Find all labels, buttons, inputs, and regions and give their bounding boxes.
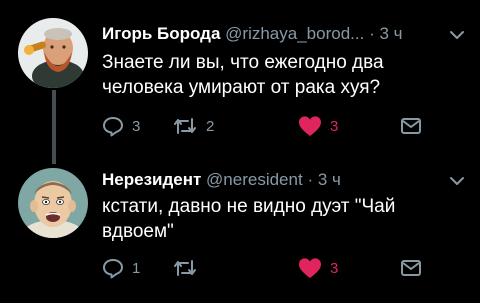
reply-count: 1	[132, 259, 141, 277]
timestamp[interactable]: 3 ч	[379, 24, 402, 43]
heart-icon	[299, 116, 321, 136]
like-count: 3	[330, 117, 339, 135]
tweet-header: Игорь Борода @rizhaya_borod... · 3 ч	[102, 24, 440, 44]
avatar[interactable]	[18, 168, 88, 238]
action-bar: 1 3	[102, 256, 480, 280]
thread-line	[52, 90, 56, 164]
heart-icon	[299, 258, 321, 278]
like-count: 3	[330, 259, 339, 277]
tweet[interactable]: Игорь Борода @rizhaya_borod... · 3 ч Зна…	[0, 0, 480, 164]
envelope-icon	[401, 260, 421, 276]
chevron-down-icon[interactable]	[450, 30, 464, 40]
envelope-icon	[401, 118, 421, 134]
retweet-button[interactable]	[172, 256, 206, 280]
like-button[interactable]: 3	[298, 114, 338, 138]
reply-icon	[103, 259, 123, 279]
timestamp[interactable]: 3 ч	[318, 170, 341, 189]
tweet-text: кстати, давно не видно дуэт "Чай вдвоем"	[102, 196, 396, 242]
author-name[interactable]: Игорь Борода	[102, 24, 220, 43]
tweet[interactable]: Нерезидент @neresident · 3 ч кстати, дав…	[0, 156, 480, 303]
separator-dot: ·	[307, 170, 314, 189]
retweet-icon	[174, 118, 196, 134]
avatar[interactable]	[18, 18, 88, 88]
action-bar: 3 2 3	[102, 114, 480, 138]
tweet-header: Нерезидент @neresident · 3 ч	[102, 170, 440, 190]
direct-message-button[interactable]	[400, 114, 422, 138]
chevron-down-icon[interactable]	[450, 176, 464, 186]
retweet-icon	[174, 260, 196, 276]
retweet-count: 2	[206, 117, 215, 135]
author-handle[interactable]: @neresident	[206, 170, 303, 189]
reply-button[interactable]: 3	[102, 114, 140, 138]
tweet-text: Знаете ли вы, что ежегодно два человека …	[102, 52, 384, 98]
retweet-button[interactable]: 2	[172, 114, 214, 138]
reply-count: 3	[132, 117, 141, 135]
like-button[interactable]: 3	[298, 256, 338, 280]
separator-dot: ·	[369, 24, 375, 43]
reply-icon	[103, 117, 123, 137]
author-name[interactable]: Нерезидент	[102, 170, 201, 189]
reply-button[interactable]: 1	[102, 256, 140, 280]
direct-message-button[interactable]	[400, 256, 422, 280]
author-handle[interactable]: @rizhaya_borod...	[225, 24, 364, 43]
